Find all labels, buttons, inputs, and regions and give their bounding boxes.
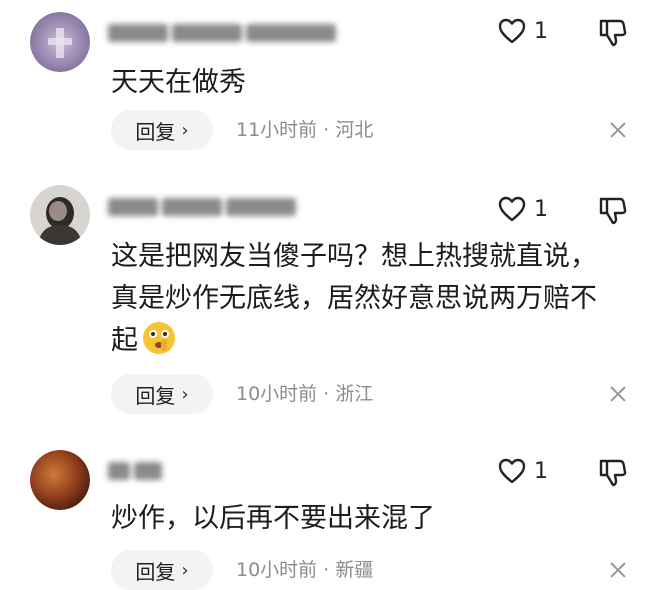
chevron-right-icon: › — [181, 119, 189, 141]
close-icon — [610, 386, 626, 402]
close-icon — [610, 562, 626, 578]
heart-outline-icon — [498, 18, 526, 44]
avatar[interactable] — [30, 12, 90, 72]
close-button[interactable] — [606, 118, 630, 142]
like-count: 1 — [534, 18, 548, 44]
comment-meta: 10小时前 · 新疆 — [236, 550, 373, 590]
username-redacted — [108, 192, 358, 222]
close-icon — [610, 122, 626, 138]
comment-text-content: 这是把网友当傻子吗？想上热搜就直说，真是炒作无底线，居然好意思说两万赔不起 — [111, 241, 597, 356]
location: 新疆 — [335, 559, 374, 581]
comment-meta: 10小时前 · 浙江 — [236, 374, 373, 414]
timestamp: 11小时前 — [236, 119, 318, 141]
reply-label: 回复 — [135, 383, 176, 408]
separator: · — [323, 559, 330, 581]
username-redacted — [108, 18, 358, 48]
chevron-right-icon: › — [181, 383, 189, 405]
avatar[interactable] — [30, 450, 90, 510]
reply-label: 回复 — [135, 559, 176, 584]
reply-button[interactable]: 回复 › — [111, 110, 213, 150]
heart-outline-icon — [498, 196, 526, 222]
dislike-button[interactable] — [598, 18, 628, 52]
comment-text: 炒作，以后再不要出来混了 — [111, 503, 435, 534]
dislike-button[interactable] — [598, 196, 628, 230]
close-button[interactable] — [606, 558, 630, 582]
separator: · — [323, 119, 330, 141]
avatar[interactable] — [30, 185, 90, 245]
location: 河北 — [335, 119, 374, 141]
timestamp: 10小时前 — [236, 383, 318, 405]
chevron-right-icon: › — [181, 559, 189, 581]
comment-text: 天天在做秀 — [111, 67, 246, 98]
comment-text: 这是把网友当傻子吗？想上热搜就直说，真是炒作无底线，居然好意思说两万赔不起 — [111, 236, 611, 362]
timestamp: 10小时前 — [236, 559, 318, 581]
reply-button[interactable]: 回复 › — [111, 374, 213, 414]
comment-1: 1 天天在做秀 回复 › 11小时前 · 河北 — [0, 0, 660, 160]
username-redacted — [108, 456, 188, 486]
shush-emoji — [143, 322, 175, 354]
reply-label: 回复 — [135, 119, 176, 144]
thumbs-down-icon — [599, 459, 627, 487]
reply-button[interactable]: 回复 › — [111, 550, 213, 590]
location: 浙江 — [335, 383, 374, 405]
heart-outline-icon — [498, 458, 526, 484]
like-count: 1 — [534, 196, 548, 222]
like-button[interactable]: 1 — [498, 18, 548, 44]
thumbs-down-icon — [599, 197, 627, 225]
like-button[interactable]: 1 — [498, 196, 548, 222]
like-count: 1 — [534, 458, 548, 484]
comment-meta: 11小时前 · 河北 — [236, 110, 373, 150]
like-button[interactable]: 1 — [498, 458, 548, 484]
close-button[interactable] — [606, 382, 630, 406]
separator: · — [323, 383, 330, 405]
thumbs-down-icon — [599, 19, 627, 47]
dislike-button[interactable] — [598, 458, 628, 492]
